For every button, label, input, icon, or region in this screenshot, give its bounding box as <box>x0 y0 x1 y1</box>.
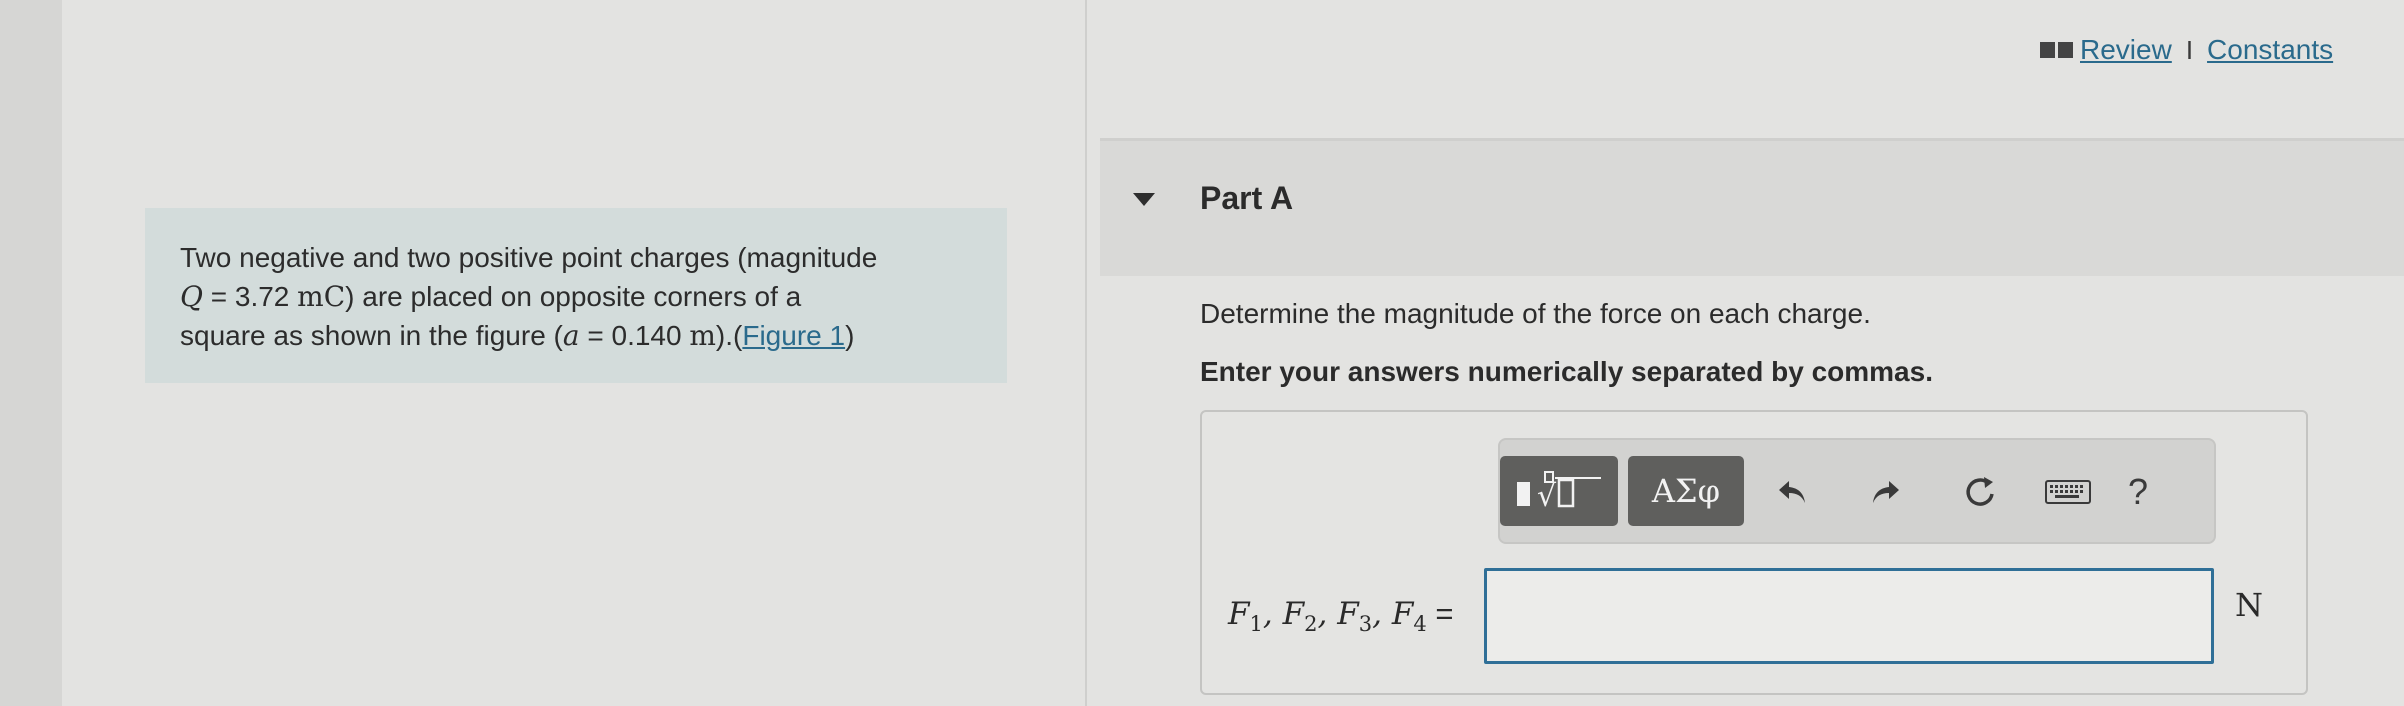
question-text: Determine the magnitude of the force on … <box>1200 298 1871 329</box>
q-symbol: Q <box>180 280 203 313</box>
a-unit: m <box>689 319 716 352</box>
keyboard-icon[interactable] <box>2038 470 2098 514</box>
part-header[interactable] <box>1100 141 2404 276</box>
a-symbol: a <box>562 319 580 352</box>
caret-down-icon[interactable] <box>1133 193 1155 206</box>
answer-input[interactable] <box>1484 568 2214 664</box>
part-title[interactable]: Part A <box>1200 180 1293 217</box>
column-divider <box>1085 0 1087 706</box>
constants-link[interactable]: Constants <box>2207 34 2333 66</box>
problem-statement: Two negative and two positive point char… <box>145 208 1007 383</box>
problem-line-3: square as shown in the figure (a = 0.140… <box>180 319 855 352</box>
unit-label: N <box>2235 586 2263 624</box>
help-button[interactable]: ? <box>2116 470 2160 514</box>
problem-line-1: Two negative and two positive point char… <box>180 242 878 273</box>
templates-button[interactable]: √ <box>1500 456 1618 526</box>
link-separator: I <box>2185 34 2194 65</box>
templates-icon: √ <box>1517 471 1601 514</box>
q-unit: mC <box>297 280 346 313</box>
answer-field-label: F1, F2, F3, F4 = <box>1228 596 1454 637</box>
book-icon <box>2040 41 2074 59</box>
left-edge <box>0 0 62 706</box>
reset-icon[interactable] <box>1958 470 2002 514</box>
svg-text:√: √ <box>1537 479 1557 514</box>
math-toolbar: √ ΑΣφ ? <box>1498 438 2216 544</box>
undo-icon[interactable] <box>1770 470 1814 514</box>
greek-symbols-button[interactable]: ΑΣφ <box>1628 456 1744 526</box>
figure-link[interactable]: Figure 1 <box>742 320 845 351</box>
instruction-text: Enter your answers numerically separated… <box>1200 356 1933 387</box>
problem-line-2: Q = 3.72 mC) are placed on opposite corn… <box>180 280 802 313</box>
review-link[interactable]: Review <box>2080 34 2172 66</box>
redo-icon[interactable] <box>1864 470 1908 514</box>
top-links: Review I Constants <box>2040 34 2333 66</box>
